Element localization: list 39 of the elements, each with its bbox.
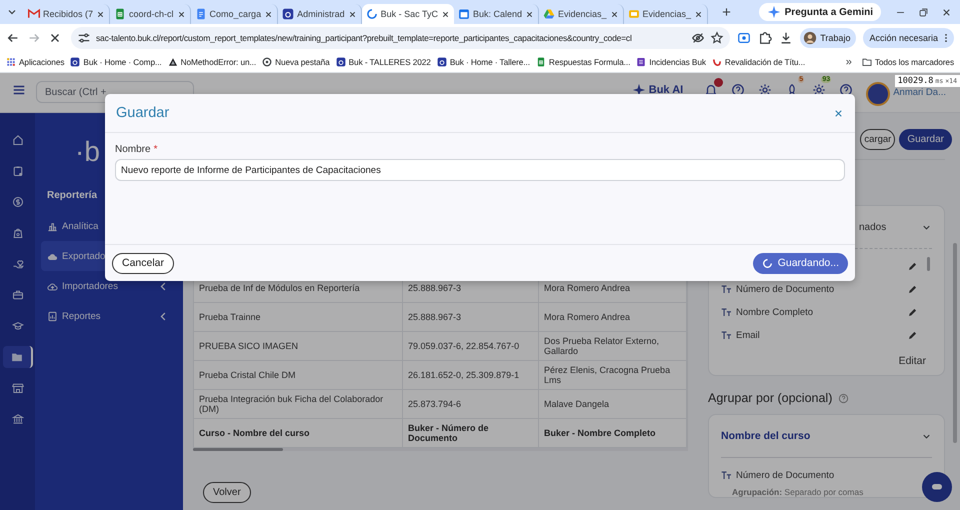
dialog-title: Guardar [116,105,170,121]
table-cell: 79.059.037-6, 22.854.767-0 [402,332,538,360]
url-text: sac-talento.buk.cl/report/custom_report_templates/new/training_participant?prebuilt_template=reporte_participantes_capacitaciones&country_code=cl [96,33,632,43]
table-cell: 25.873.794-6 [402,390,538,418]
tab-title: Recibidos (7 [43,9,94,19]
table-cell: 26.181.652-0, 25.309.879-1 [402,360,538,390]
grouping-note: Agrupación: Separado por comas [731,487,864,497]
sidebar-label: Importadores [62,280,118,292]
table-cell: Prueba Trainne [194,302,402,332]
sidebar-label: Reportes [62,310,101,322]
table-cell: Dos Prueba Relator Externo, Gallardo [538,332,686,360]
table-cell: Pérez Elenis, Cracogna Prueba Lms [538,360,686,390]
sidebar-label: Exportado [62,250,106,262]
table-cell: Prueba Integración buk Ficha del Colaborador (DM) [194,390,402,418]
table-cell: Prueba Cristal Chile DM [194,360,402,390]
field-label: Número de Documento [736,284,834,295]
field-label: Email [736,330,760,341]
tab-title: Buk: Calend [472,9,522,19]
sidebar-label: Analítica [62,220,98,232]
tab-title: Como_carga [210,9,262,19]
tab-title: Administrad [297,9,345,19]
tab-title: Buk - Sac TyC [380,9,438,19]
tab-title: Evidencias_ [558,9,607,19]
tab-title: coord-ch-cl [129,9,174,19]
table-cell: Malave Dangela [538,390,686,418]
section-title: Reportería [47,189,98,203]
section-title: Agrupar por (opcional) [708,391,832,405]
card-title: Nombre del curso [721,430,810,442]
tab-title: Evidencias_ [642,9,692,19]
card-title: nados [858,222,886,232]
table-cell: 25.888.967-3 [402,302,538,332]
table-cell: PRUEBA SICO IMAGEN [194,332,402,360]
logo: ·b [75,135,100,169]
field-label: Nombre Completo [736,307,814,318]
field-label: Nombre [115,144,151,155]
required-mark: * [154,144,158,155]
field-label: Número de Documento [736,470,834,481]
table-cell: Mora Romero Andrea [538,302,686,332]
timing-value: 10029.8 [898,76,934,86]
